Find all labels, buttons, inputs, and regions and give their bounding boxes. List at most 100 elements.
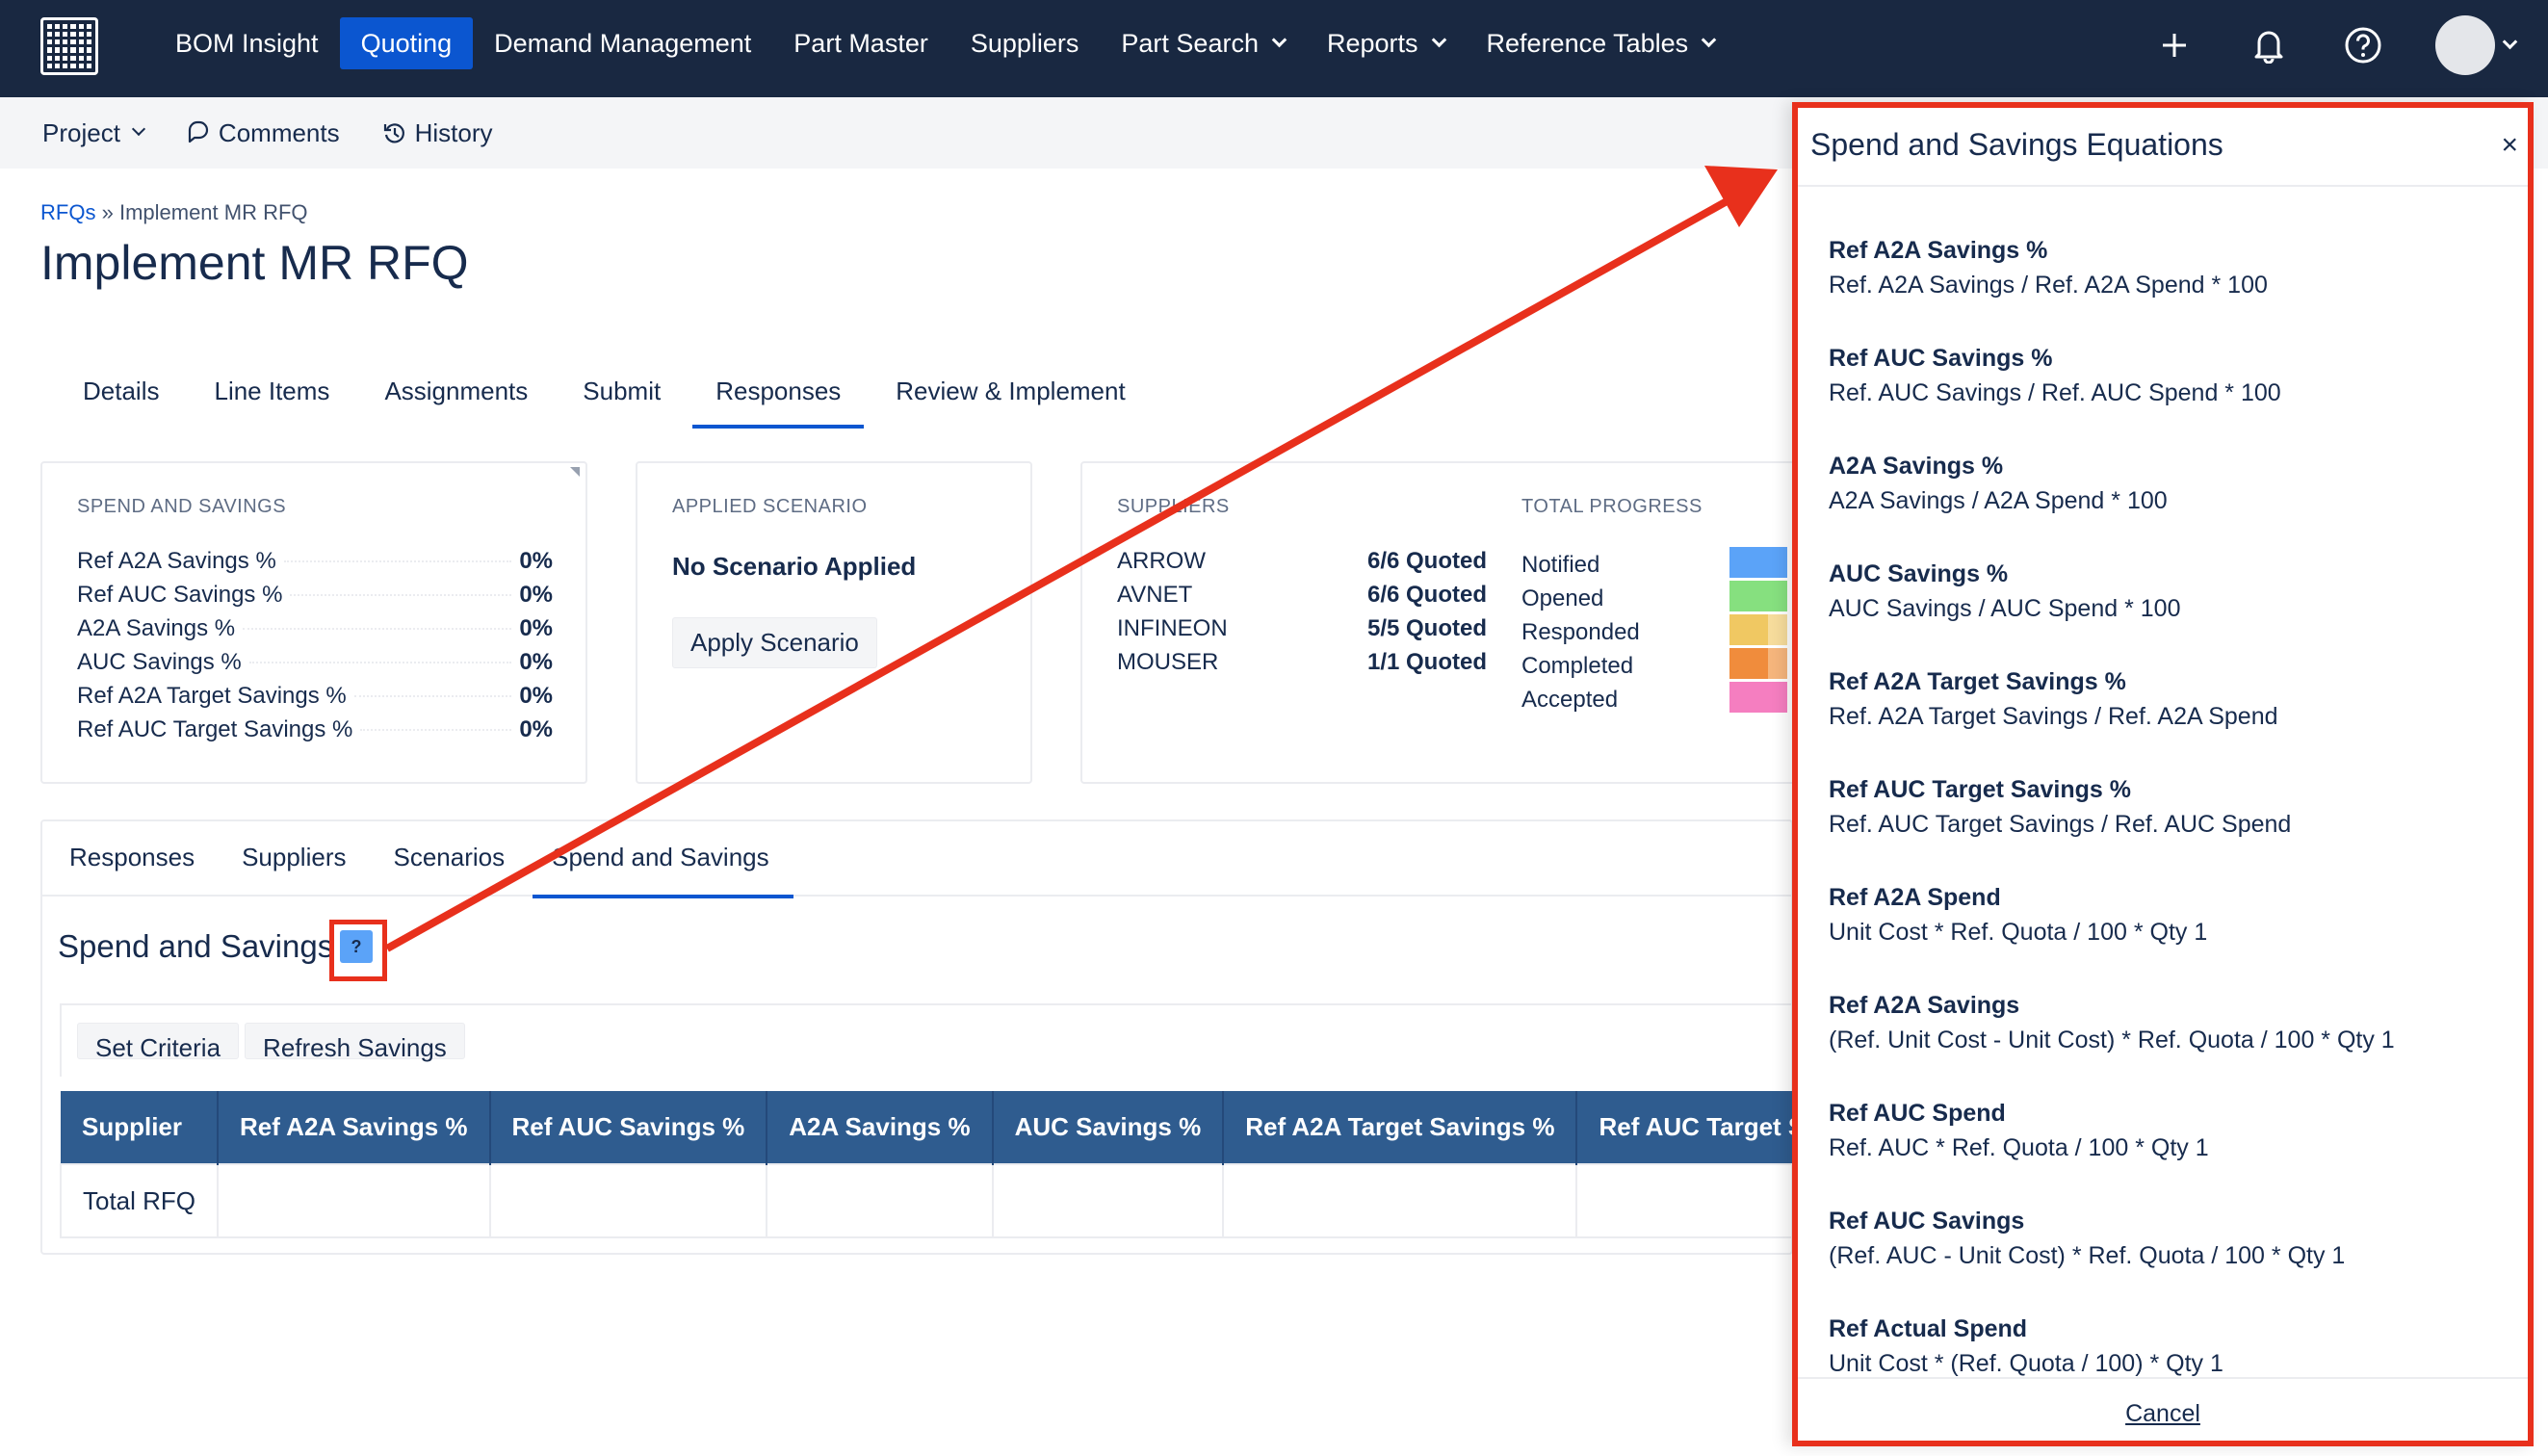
refresh-savings-button[interactable]: Refresh Savings: [245, 1023, 465, 1062]
card-corner-marker: [570, 467, 580, 477]
supplier-name: AVNET: [1117, 582, 1193, 608]
breadcrumb-rfqs-link[interactable]: RFQs: [40, 200, 95, 224]
nav-item-bom-insight[interactable]: BOM Insight: [154, 17, 340, 69]
tab-submit[interactable]: Submit: [559, 361, 684, 429]
project-dropdown[interactable]: Project: [42, 117, 145, 148]
comments-link[interactable]: Comments: [186, 118, 340, 148]
close-icon[interactable]: ×: [2501, 129, 2518, 162]
suppliers-progress-card: SUPPLIERS ARROW 6/6 Quoted AVNET 6/6 Quote…: [1080, 461, 1812, 784]
equation-formula: Ref. AUC Savings / Ref. AUC Spend * 100: [1829, 379, 2281, 406]
nav-label: Reports: [1326, 29, 1418, 58]
supplier-quoted: 6/6 Quoted: [1366, 582, 1487, 608]
table-cell: Total RFQ: [59, 1163, 220, 1238]
tab-line-items[interactable]: Line Items: [191, 361, 352, 429]
progress-list: Notified Opened Responded Completed Acce…: [1521, 548, 1733, 716]
tab-lower-scenarios[interactable]: Scenarios: [374, 821, 529, 897]
equation-formula: Unit Cost * (Ref. Quota / 100) * Qty 1: [1829, 1350, 2223, 1377]
nav-item-part-search[interactable]: Part Search: [1100, 17, 1306, 69]
progress-bar-completed: [1729, 648, 1787, 679]
applied-scenario-card: APPLIED SCENARIO No Scenario Applied App…: [636, 461, 1032, 784]
nav-right-actions: [2102, 13, 2518, 77]
section-title: Spend and Savings: [58, 928, 334, 964]
plus-icon[interactable]: [2152, 23, 2197, 67]
nav-item-part-master[interactable]: Part Master: [772, 17, 949, 69]
tab-review-implement[interactable]: Review & Implement: [872, 361, 1148, 429]
column-header[interactable]: A2A Savings %: [767, 1091, 994, 1164]
project-label: Project: [42, 117, 120, 147]
progress-bar-opened: [1729, 581, 1787, 611]
equation-item: Ref A2A Savings (Ref. Unit Cost - Unit Co…: [1829, 992, 2522, 1100]
spend-row: AUC Savings % 0%: [77, 649, 553, 683]
spend-value: 0%: [519, 716, 553, 742]
equation-formula: (Ref. AUC - Unit Cost) * Ref. Quota / 10…: [1829, 1242, 2346, 1269]
spend-value: 0%: [519, 683, 553, 709]
progress-bar-responded: [1729, 614, 1787, 645]
column-header[interactable]: Ref A2A Savings %: [218, 1091, 491, 1164]
supplier-quoted: 5/5 Quoted: [1366, 615, 1487, 641]
equation-name: A2A Savings %: [1829, 453, 2004, 480]
spend-row: Ref AUC Target Savings % 0%: [77, 716, 553, 750]
equation-item: Ref AUC Savings % Ref. AUC Savings / Ref.…: [1829, 345, 2522, 453]
equation-item: Ref AUC Spend Ref. AUC * Ref. Quota / 100…: [1829, 1100, 2522, 1208]
supplier-quoted: 6/6 Quoted: [1366, 548, 1487, 574]
apply-scenario-button[interactable]: Apply Scenario: [672, 617, 877, 668]
card-title: TOTAL PROGRESS: [1521, 496, 1703, 517]
nav-item-reports[interactable]: Reports: [1306, 17, 1466, 69]
set-criteria-button[interactable]: Set Criteria: [77, 1023, 240, 1062]
spend-savings-card: SPEND AND SAVINGS Ref A2A Savings % 0% Re…: [40, 461, 587, 784]
nav-label: Reference Tables: [1486, 29, 1689, 58]
tab-details[interactable]: Details: [60, 361, 182, 429]
column-header[interactable]: Ref AUC Savings %: [489, 1091, 768, 1164]
main-nav-menu: BOM Insight Quoting Demand Management Pa…: [154, 17, 1735, 69]
equation-formula: A2A Savings / A2A Spend * 100: [1829, 487, 2168, 514]
tab-lower-spend-and-savings[interactable]: Spend and Savings: [533, 821, 793, 898]
column-header[interactable]: AUC Savings %: [992, 1091, 1225, 1164]
bell-icon[interactable]: [2247, 23, 2291, 67]
avatar[interactable]: [2435, 15, 2495, 75]
tab-lower-responses[interactable]: Responses: [50, 821, 219, 897]
chevron-down-icon[interactable]: [2502, 34, 2518, 49]
tab-assignments[interactable]: Assignments: [361, 361, 551, 429]
chevron-down-icon: [1701, 32, 1717, 47]
equation-name: AUC Savings %: [1829, 560, 2009, 587]
progress-label: Notified: [1521, 551, 1600, 578]
spend-label: Ref A2A Target Savings %: [77, 683, 347, 709]
nav-item-demand-management[interactable]: Demand Management: [473, 17, 772, 69]
card-title: APPLIED SCENARIO: [672, 496, 868, 517]
equation-name: Ref Actual Spend: [1829, 1315, 2028, 1342]
column-header-supplier[interactable]: Supplier: [61, 1091, 220, 1164]
chevron-down-icon: [1271, 32, 1287, 47]
column-header[interactable]: Ref A2A Target Savings %: [1223, 1091, 1578, 1164]
spend-value: 0%: [519, 548, 553, 574]
equation-item: AUC Savings % AUC Savings / AUC Spend * 1…: [1829, 560, 2522, 668]
equation-name: Ref AUC Spend: [1829, 1100, 2006, 1127]
chevron-down-icon: [1431, 32, 1446, 47]
nav-item-suppliers[interactable]: Suppliers: [949, 17, 1101, 69]
tab-lower-suppliers[interactable]: Suppliers: [222, 821, 370, 897]
equation-formula: Ref. A2A Target Savings / Ref. A2A Spend: [1829, 703, 2278, 730]
app-logo-grid-icon[interactable]: [40, 17, 98, 75]
card-title: SUPPLIERS: [1117, 496, 1230, 517]
equation-name: Ref AUC Savings %: [1829, 345, 2053, 372]
spend-row: A2A Savings % 0%: [77, 615, 553, 649]
help-circle-icon[interactable]: [2341, 23, 2385, 67]
annotation-arrow-head: [1704, 166, 1778, 227]
spend-value: 0%: [519, 649, 553, 675]
savings-toolbar: Set Criteria Refresh Savings: [60, 1003, 1793, 1077]
chevron-down-icon: [131, 121, 145, 137]
nav-item-quoting[interactable]: Quoting: [339, 17, 474, 69]
nav-item-reference-tables[interactable]: Reference Tables: [1466, 17, 1736, 69]
annotation-highlight-box: [329, 920, 387, 981]
table-cell: [488, 1163, 768, 1238]
nav-label: Quoting: [360, 29, 453, 58]
progress-bar-segment: [1768, 648, 1787, 679]
cancel-button[interactable]: Cancel: [2125, 1400, 2200, 1427]
progress-row: Notified: [1521, 548, 1733, 582]
tab-responses[interactable]: Responses: [692, 361, 865, 429]
history-link[interactable]: History: [382, 118, 493, 148]
lower-tabs: Responses Suppliers Scenarios Spend and …: [42, 821, 1791, 898]
supplier-name: INFINEON: [1117, 615, 1228, 641]
equation-name: Ref AUC Target Savings %: [1829, 776, 2131, 803]
progress-label: Opened: [1521, 585, 1604, 611]
equation-item: Ref AUC Target Savings % Ref. AUC Target …: [1829, 776, 2522, 884]
